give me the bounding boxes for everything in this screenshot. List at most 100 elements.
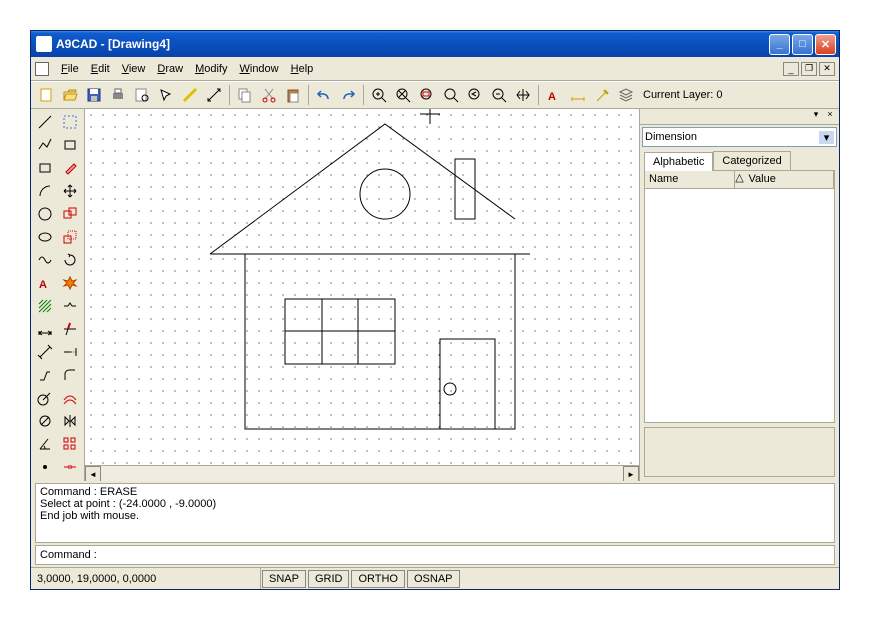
dim-linear-tool[interactable] bbox=[33, 318, 57, 340]
dim-diameter-tool[interactable] bbox=[33, 410, 57, 432]
image-tool[interactable] bbox=[33, 479, 57, 481]
maximize-button[interactable]: □ bbox=[792, 34, 813, 55]
mdi-restore-button[interactable]: ❐ bbox=[801, 62, 817, 76]
menu-edit[interactable]: Edit bbox=[85, 61, 116, 77]
zoom-previous-button[interactable] bbox=[464, 84, 486, 106]
dim-radius-tool[interactable] bbox=[33, 387, 57, 409]
close-button[interactable]: ✕ bbox=[815, 34, 836, 55]
grid-toggle[interactable]: GRID bbox=[308, 570, 350, 588]
property-grid[interactable]: Name △ Value bbox=[644, 170, 835, 423]
svg-text:A: A bbox=[548, 91, 556, 103]
zoom-out-button[interactable] bbox=[488, 84, 510, 106]
drawing-canvas[interactable] bbox=[85, 109, 639, 465]
break-tool[interactable] bbox=[58, 295, 82, 317]
text-tool[interactable]: A bbox=[33, 272, 57, 294]
selection-dropdown[interactable]: Dimension ▾ bbox=[642, 127, 837, 147]
sort-icon[interactable]: △ bbox=[735, 171, 745, 188]
menu-help[interactable]: Help bbox=[285, 61, 320, 77]
zoom-realtime-button[interactable] bbox=[440, 84, 462, 106]
copy-entity-tool[interactable] bbox=[58, 203, 82, 225]
mirror-tool[interactable] bbox=[58, 410, 82, 432]
open-button[interactable] bbox=[59, 84, 81, 106]
explode-tool[interactable] bbox=[58, 272, 82, 294]
print-preview-button[interactable] bbox=[131, 84, 153, 106]
text-style-button[interactable]: A bbox=[543, 84, 565, 106]
spline-tool[interactable] bbox=[33, 249, 57, 271]
menu-file[interactable]: File bbox=[55, 61, 85, 77]
zoom-window-button[interactable] bbox=[416, 84, 438, 106]
polyline-tool[interactable] bbox=[33, 134, 57, 156]
coordinates-display: 3,0000, 19,0000, 0,0000 bbox=[31, 568, 261, 589]
distance-button[interactable] bbox=[203, 84, 225, 106]
offset-tool[interactable] bbox=[58, 387, 82, 409]
app-window: A9CAD - [Drawing4] _ □ ✕ File Edit View … bbox=[30, 30, 840, 590]
ellipse-tool[interactable] bbox=[33, 226, 57, 248]
tab-alphabetic[interactable]: Alphabetic bbox=[644, 152, 713, 171]
print-button[interactable] bbox=[107, 84, 129, 106]
undo-button[interactable] bbox=[313, 84, 335, 106]
menu-view[interactable]: View bbox=[116, 61, 152, 77]
column-name[interactable]: Name bbox=[645, 171, 735, 188]
layers-button[interactable] bbox=[615, 84, 637, 106]
menu-draw[interactable]: Draw bbox=[151, 61, 189, 77]
extend-tool[interactable] bbox=[58, 341, 82, 363]
save-button[interactable] bbox=[83, 84, 105, 106]
app-icon bbox=[36, 36, 52, 52]
mdi-minimize-button[interactable]: _ bbox=[783, 62, 799, 76]
document-icon bbox=[35, 62, 49, 76]
dimension-style-button[interactable] bbox=[567, 84, 589, 106]
arc-tool[interactable] bbox=[33, 180, 57, 202]
measure-button[interactable] bbox=[179, 84, 201, 106]
scroll-left-button[interactable]: ◄ bbox=[85, 466, 101, 481]
menu-window[interactable]: Window bbox=[233, 61, 284, 77]
trim-tool[interactable] bbox=[58, 318, 82, 340]
erase-tool[interactable] bbox=[58, 157, 82, 179]
fillet-tool[interactable] bbox=[58, 364, 82, 386]
array-tool[interactable] bbox=[58, 433, 82, 455]
scroll-track[interactable] bbox=[101, 466, 623, 481]
dim-aligned-tool[interactable] bbox=[33, 341, 57, 363]
log-line: Command : ERASE bbox=[40, 486, 830, 498]
circle-tool[interactable] bbox=[33, 203, 57, 225]
join-tool[interactable] bbox=[58, 456, 82, 478]
line-tool[interactable] bbox=[33, 111, 57, 133]
dim-angular-tool[interactable] bbox=[33, 433, 57, 455]
osnap-toggle[interactable]: OSNAP bbox=[407, 570, 460, 588]
dim-ordinate-tool[interactable] bbox=[33, 364, 57, 386]
svg-text:A: A bbox=[39, 279, 47, 291]
cut-button[interactable] bbox=[258, 84, 280, 106]
statusbar: 3,0000, 19,0000, 0,0000 SNAP GRID ORTHO … bbox=[31, 567, 839, 589]
paste-button[interactable] bbox=[282, 84, 304, 106]
minimize-button[interactable]: _ bbox=[769, 34, 790, 55]
copy-button[interactable] bbox=[234, 84, 256, 106]
select-tool[interactable] bbox=[58, 111, 82, 133]
rectangle-fill-tool[interactable] bbox=[58, 134, 82, 156]
tab-categorized[interactable]: Categorized bbox=[713, 151, 790, 170]
point-tool[interactable] bbox=[33, 456, 57, 478]
scroll-right-button[interactable]: ► bbox=[623, 466, 639, 481]
zoom-extents-button[interactable] bbox=[392, 84, 414, 106]
pan-button[interactable] bbox=[512, 84, 534, 106]
scale-tool[interactable] bbox=[58, 226, 82, 248]
hatch-tool[interactable] bbox=[33, 295, 57, 317]
chevron-down-icon[interactable]: ▾ bbox=[819, 131, 834, 144]
panel-pin-icon[interactable]: ▾ bbox=[809, 109, 823, 123]
menu-modify[interactable]: Modify bbox=[189, 61, 233, 77]
ortho-toggle[interactable]: ORTHO bbox=[351, 570, 405, 588]
snap-toggle[interactable]: SNAP bbox=[262, 570, 306, 588]
redo-button[interactable] bbox=[337, 84, 359, 106]
column-value[interactable]: Value bbox=[745, 171, 835, 188]
horizontal-scrollbar[interactable]: ◄ ► bbox=[85, 465, 639, 481]
move-tool[interactable] bbox=[58, 180, 82, 202]
mdi-close-button[interactable]: ✕ bbox=[819, 62, 835, 76]
new-button[interactable] bbox=[35, 84, 57, 106]
panel-close-icon[interactable]: × bbox=[823, 109, 837, 123]
zoom-in-button[interactable] bbox=[368, 84, 390, 106]
titlebar[interactable]: A9CAD - [Drawing4] _ □ ✕ bbox=[31, 31, 839, 57]
property-description bbox=[644, 427, 835, 477]
settings-button[interactable] bbox=[591, 84, 613, 106]
command-input[interactable]: Command : bbox=[35, 545, 835, 565]
pick-button[interactable] bbox=[155, 84, 177, 106]
rotate-tool[interactable] bbox=[58, 249, 82, 271]
rectangle-tool[interactable] bbox=[33, 157, 57, 179]
